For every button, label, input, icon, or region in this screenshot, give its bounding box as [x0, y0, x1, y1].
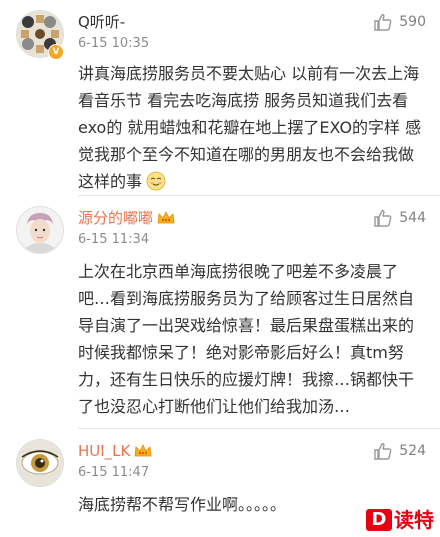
- like-button[interactable]: 544: [373, 208, 426, 228]
- thumbs-up-icon: [374, 209, 392, 227]
- watermark-text: 读特: [394, 508, 434, 532]
- avatar[interactable]: [16, 439, 64, 487]
- watermark: D 读特: [366, 509, 434, 531]
- timestamp: 6-15 11:34: [78, 232, 150, 247]
- comment-feed: V Q听听- 6-15 10:35 590 讲真海底捞服务员不要太贴心 以前有一…: [0, 0, 440, 537]
- comment-text: 讲真海底捞服务员不要太贴心 以前有一次去上海看音乐节 看完去吃海底捞 服务员知道…: [78, 60, 428, 195]
- username[interactable]: Q听听-: [78, 12, 149, 32]
- vip-crown-icon: [157, 211, 175, 224]
- comment-text: 上次在北京西单海底捞很晚了吧差不多凌晨了吧…看到海底捞服务员为了给顾客过生日居然…: [78, 258, 428, 420]
- watermark-logo: D: [366, 509, 392, 531]
- like-button[interactable]: 524: [373, 441, 426, 461]
- like-count: 590: [399, 14, 426, 30]
- comment-body: 上次在北京西单海底捞很晚了吧差不多凌晨了吧…看到海底捞服务员为了给顾客过生日居然…: [78, 262, 415, 416]
- smirk-emoji-icon: [146, 171, 166, 191]
- username[interactable]: HUI_LK: [78, 442, 130, 460]
- comment-body: 讲真海底捞服务员不要太贴心 以前有一次去上海看音乐节 看完去吃海底捞 服务员知道…: [78, 64, 422, 191]
- vip-crown-icon: [134, 444, 152, 457]
- thumbs-up-icon: [374, 13, 392, 31]
- verified-badge-icon: V: [48, 44, 64, 60]
- comment-body: 海底捞帮不帮写作业啊。。。。。: [78, 495, 287, 514]
- like-count: 524: [399, 443, 426, 459]
- username[interactable]: 源分的嘟嘟: [78, 209, 153, 227]
- timestamp: 6-15 11:47: [78, 465, 150, 480]
- timestamp: 6-15 10:35: [78, 36, 150, 51]
- like-button[interactable]: 590: [373, 12, 426, 32]
- comment-item: 源分的嘟嘟 6-15 11:34 544 上次在北京西单海底捞很晚了吧差不多凌晨…: [0, 196, 440, 429]
- comment-item: V Q听听- 6-15 10:35 590 讲真海底捞服务员不要太贴心 以前有一…: [0, 0, 440, 196]
- thumbs-up-icon: [374, 442, 392, 460]
- avatar[interactable]: [16, 206, 64, 254]
- like-count: 544: [399, 210, 426, 226]
